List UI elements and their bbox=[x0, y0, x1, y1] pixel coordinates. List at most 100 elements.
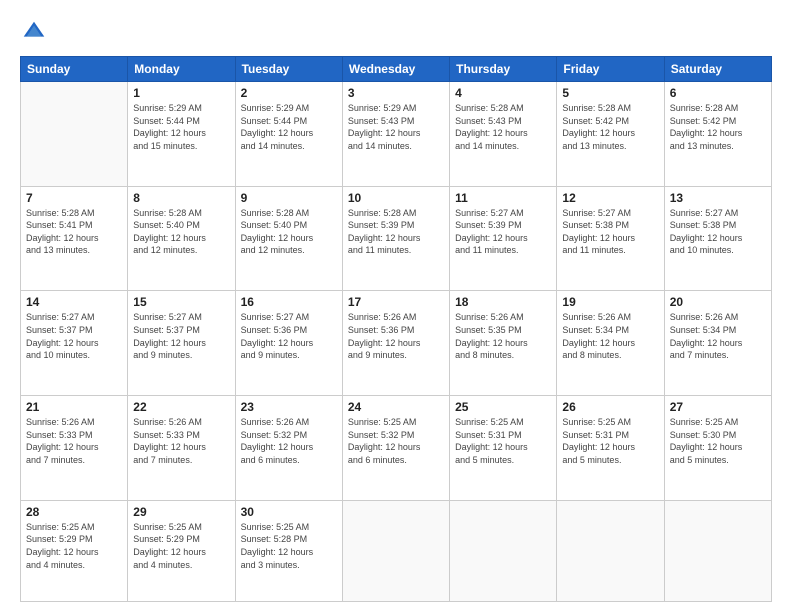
day-info: Sunrise: 5:27 AM Sunset: 5:37 PM Dayligh… bbox=[133, 311, 229, 361]
calendar-cell: 21 Sunrise: 5:26 AM Sunset: 5:33 PM Dayli… bbox=[21, 396, 128, 501]
calendar-header-row: SundayMondayTuesdayWednesdayThursdayFrid… bbox=[21, 57, 772, 82]
calendar-week-row: 7 Sunrise: 5:28 AM Sunset: 5:41 PM Daylig… bbox=[21, 186, 772, 291]
day-number: 26 bbox=[562, 400, 658, 414]
day-info: Sunrise: 5:26 AM Sunset: 5:36 PM Dayligh… bbox=[348, 311, 444, 361]
day-number: 30 bbox=[241, 505, 337, 519]
calendar-cell: 2 Sunrise: 5:29 AM Sunset: 5:44 PM Daylig… bbox=[235, 82, 342, 187]
calendar-cell bbox=[342, 500, 449, 601]
day-number: 29 bbox=[133, 505, 229, 519]
day-number: 21 bbox=[26, 400, 122, 414]
calendar-cell: 14 Sunrise: 5:27 AM Sunset: 5:37 PM Dayli… bbox=[21, 291, 128, 396]
calendar-cell: 30 Sunrise: 5:25 AM Sunset: 5:28 PM Dayli… bbox=[235, 500, 342, 601]
day-number: 3 bbox=[348, 86, 444, 100]
day-info: Sunrise: 5:26 AM Sunset: 5:34 PM Dayligh… bbox=[670, 311, 766, 361]
calendar-cell bbox=[557, 500, 664, 601]
calendar-cell: 19 Sunrise: 5:26 AM Sunset: 5:34 PM Dayli… bbox=[557, 291, 664, 396]
day-info: Sunrise: 5:27 AM Sunset: 5:38 PM Dayligh… bbox=[562, 207, 658, 257]
calendar-week-row: 28 Sunrise: 5:25 AM Sunset: 5:29 PM Dayli… bbox=[21, 500, 772, 601]
day-info: Sunrise: 5:27 AM Sunset: 5:36 PM Dayligh… bbox=[241, 311, 337, 361]
calendar-cell: 7 Sunrise: 5:28 AM Sunset: 5:41 PM Daylig… bbox=[21, 186, 128, 291]
day-info: Sunrise: 5:29 AM Sunset: 5:44 PM Dayligh… bbox=[133, 102, 229, 152]
day-number: 1 bbox=[133, 86, 229, 100]
calendar-cell bbox=[21, 82, 128, 187]
calendar-cell: 6 Sunrise: 5:28 AM Sunset: 5:42 PM Daylig… bbox=[664, 82, 771, 187]
calendar-table: SundayMondayTuesdayWednesdayThursdayFrid… bbox=[20, 56, 772, 602]
day-number: 22 bbox=[133, 400, 229, 414]
calendar-cell: 8 Sunrise: 5:28 AM Sunset: 5:40 PM Daylig… bbox=[128, 186, 235, 291]
day-info: Sunrise: 5:27 AM Sunset: 5:39 PM Dayligh… bbox=[455, 207, 551, 257]
calendar-cell: 16 Sunrise: 5:27 AM Sunset: 5:36 PM Dayli… bbox=[235, 291, 342, 396]
day-number: 9 bbox=[241, 191, 337, 205]
day-number: 7 bbox=[26, 191, 122, 205]
calendar-cell bbox=[450, 500, 557, 601]
calendar-cell: 20 Sunrise: 5:26 AM Sunset: 5:34 PM Dayli… bbox=[664, 291, 771, 396]
day-info: Sunrise: 5:25 AM Sunset: 5:32 PM Dayligh… bbox=[348, 416, 444, 466]
day-info: Sunrise: 5:28 AM Sunset: 5:43 PM Dayligh… bbox=[455, 102, 551, 152]
day-info: Sunrise: 5:27 AM Sunset: 5:37 PM Dayligh… bbox=[26, 311, 122, 361]
logo-icon bbox=[20, 18, 48, 46]
day-number: 15 bbox=[133, 295, 229, 309]
day-number: 6 bbox=[670, 86, 766, 100]
day-number: 28 bbox=[26, 505, 122, 519]
calendar-cell: 1 Sunrise: 5:29 AM Sunset: 5:44 PM Daylig… bbox=[128, 82, 235, 187]
day-info: Sunrise: 5:28 AM Sunset: 5:42 PM Dayligh… bbox=[562, 102, 658, 152]
day-number: 20 bbox=[670, 295, 766, 309]
day-info: Sunrise: 5:26 AM Sunset: 5:33 PM Dayligh… bbox=[26, 416, 122, 466]
day-info: Sunrise: 5:25 AM Sunset: 5:31 PM Dayligh… bbox=[562, 416, 658, 466]
day-info: Sunrise: 5:26 AM Sunset: 5:33 PM Dayligh… bbox=[133, 416, 229, 466]
day-info: Sunrise: 5:29 AM Sunset: 5:44 PM Dayligh… bbox=[241, 102, 337, 152]
calendar-cell: 11 Sunrise: 5:27 AM Sunset: 5:39 PM Dayli… bbox=[450, 186, 557, 291]
day-number: 18 bbox=[455, 295, 551, 309]
day-info: Sunrise: 5:25 AM Sunset: 5:29 PM Dayligh… bbox=[26, 521, 122, 571]
day-number: 2 bbox=[241, 86, 337, 100]
day-info: Sunrise: 5:25 AM Sunset: 5:31 PM Dayligh… bbox=[455, 416, 551, 466]
day-number: 25 bbox=[455, 400, 551, 414]
logo bbox=[20, 18, 52, 46]
calendar-cell: 26 Sunrise: 5:25 AM Sunset: 5:31 PM Dayli… bbox=[557, 396, 664, 501]
calendar-cell: 9 Sunrise: 5:28 AM Sunset: 5:40 PM Daylig… bbox=[235, 186, 342, 291]
day-info: Sunrise: 5:28 AM Sunset: 5:39 PM Dayligh… bbox=[348, 207, 444, 257]
calendar-cell: 12Sunrise: 5:27 AM Sunset: 5:38 PM Dayli… bbox=[557, 186, 664, 291]
calendar-cell: 13Sunrise: 5:27 AM Sunset: 5:38 PM Dayli… bbox=[664, 186, 771, 291]
day-number: 8 bbox=[133, 191, 229, 205]
calendar-cell: 25 Sunrise: 5:25 AM Sunset: 5:31 PM Dayli… bbox=[450, 396, 557, 501]
day-number: 17 bbox=[348, 295, 444, 309]
day-number: 16 bbox=[241, 295, 337, 309]
weekday-header-wednesday: Wednesday bbox=[342, 57, 449, 82]
calendar-week-row: 21 Sunrise: 5:26 AM Sunset: 5:33 PM Dayli… bbox=[21, 396, 772, 501]
weekday-header-thursday: Thursday bbox=[450, 57, 557, 82]
weekday-header-monday: Monday bbox=[128, 57, 235, 82]
calendar-cell: 27 Sunrise: 5:25 AM Sunset: 5:30 PM Dayli… bbox=[664, 396, 771, 501]
day-number: 14 bbox=[26, 295, 122, 309]
calendar-cell: 23Sunrise: 5:26 AM Sunset: 5:32 PM Dayli… bbox=[235, 396, 342, 501]
weekday-header-sunday: Sunday bbox=[21, 57, 128, 82]
calendar-cell: 4Sunrise: 5:28 AM Sunset: 5:43 PM Daylig… bbox=[450, 82, 557, 187]
calendar-cell: 24 Sunrise: 5:25 AM Sunset: 5:32 PM Dayli… bbox=[342, 396, 449, 501]
day-number: 27 bbox=[670, 400, 766, 414]
day-info: Sunrise: 5:25 AM Sunset: 5:30 PM Dayligh… bbox=[670, 416, 766, 466]
day-info: Sunrise: 5:25 AM Sunset: 5:28 PM Dayligh… bbox=[241, 521, 337, 571]
calendar-cell: 5 Sunrise: 5:28 AM Sunset: 5:42 PM Daylig… bbox=[557, 82, 664, 187]
day-number: 13 bbox=[670, 191, 766, 205]
day-info: Sunrise: 5:26 AM Sunset: 5:35 PM Dayligh… bbox=[455, 311, 551, 361]
day-info: Sunrise: 5:26 AM Sunset: 5:34 PM Dayligh… bbox=[562, 311, 658, 361]
day-number: 19 bbox=[562, 295, 658, 309]
calendar-cell: 18 Sunrise: 5:26 AM Sunset: 5:35 PM Dayli… bbox=[450, 291, 557, 396]
day-number: 11 bbox=[455, 191, 551, 205]
calendar-cell: 15 Sunrise: 5:27 AM Sunset: 5:37 PM Dayli… bbox=[128, 291, 235, 396]
weekday-header-tuesday: Tuesday bbox=[235, 57, 342, 82]
day-info: Sunrise: 5:26 AM Sunset: 5:32 PM Dayligh… bbox=[241, 416, 337, 466]
calendar-cell: 10Sunrise: 5:28 AM Sunset: 5:39 PM Dayli… bbox=[342, 186, 449, 291]
header bbox=[20, 18, 772, 46]
calendar-week-row: 14 Sunrise: 5:27 AM Sunset: 5:37 PM Dayli… bbox=[21, 291, 772, 396]
calendar-cell bbox=[664, 500, 771, 601]
day-info: Sunrise: 5:28 AM Sunset: 5:41 PM Dayligh… bbox=[26, 207, 122, 257]
calendar-week-row: 1 Sunrise: 5:29 AM Sunset: 5:44 PM Daylig… bbox=[21, 82, 772, 187]
day-info: Sunrise: 5:25 AM Sunset: 5:29 PM Dayligh… bbox=[133, 521, 229, 571]
weekday-header-saturday: Saturday bbox=[664, 57, 771, 82]
day-number: 5 bbox=[562, 86, 658, 100]
day-number: 24 bbox=[348, 400, 444, 414]
day-info: Sunrise: 5:28 AM Sunset: 5:42 PM Dayligh… bbox=[670, 102, 766, 152]
day-info: Sunrise: 5:28 AM Sunset: 5:40 PM Dayligh… bbox=[241, 207, 337, 257]
day-info: Sunrise: 5:28 AM Sunset: 5:40 PM Dayligh… bbox=[133, 207, 229, 257]
